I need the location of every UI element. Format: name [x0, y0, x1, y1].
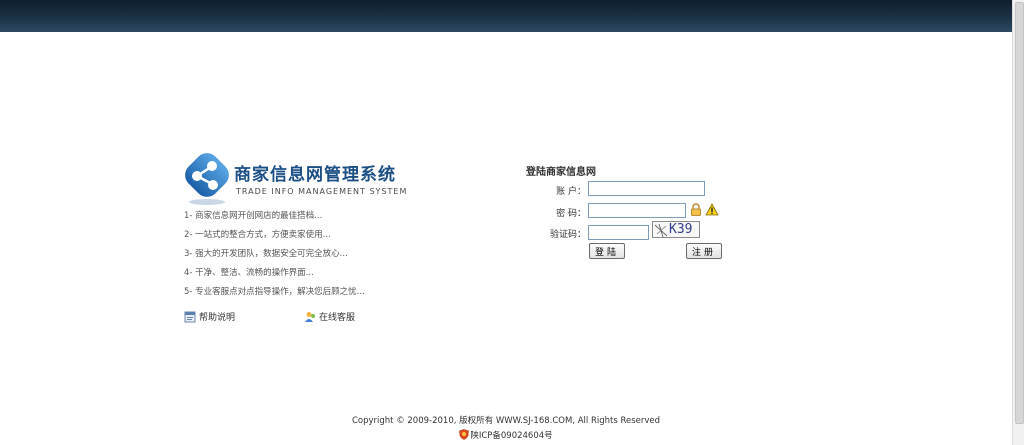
feature-item: 3- 强大的开发团队，数据安全可完全放心... — [184, 249, 348, 259]
feature-item: 5- 专业客服点对点指导操作，解决您后顾之忧... — [184, 287, 365, 297]
warning-icon — [705, 203, 719, 216]
feature-list: 1- 商家信息网开创网店的最佳搭档... 2- 一站式的整合方式，方便卖家使用.… — [184, 207, 365, 302]
captcha-image[interactable]: K39 — [652, 221, 700, 238]
register-button[interactable]: 注册 — [686, 243, 722, 259]
password-label: 密 码： — [556, 209, 586, 219]
help-link-label: 帮助说明 — [199, 313, 236, 323]
help-links: 帮助说明 在线客服 — [184, 310, 384, 326]
account-input[interactable] — [588, 181, 705, 196]
brand-block: 商家信息网管理系统 TRADE INFO MANAGEMENT SYSTEM — [182, 152, 422, 206]
logo-icon — [185, 153, 229, 205]
captcha-label: 验证码： — [549, 230, 586, 240]
online-service-link[interactable]: 在线客服 — [304, 310, 355, 323]
feature-item: 2- 一站式的整合方式，方便卖家使用... — [184, 230, 331, 240]
password-input[interactable] — [588, 203, 686, 218]
feature-item: 4- 干净、整洁、流畅的操作界面... — [184, 268, 314, 278]
help-doc-icon — [184, 311, 196, 322]
top-banner — [0, 0, 1012, 32]
feature-item: 1- 商家信息网开创网店的最佳搭档... — [184, 211, 323, 221]
login-page: 商家信息网管理系统 TRADE INFO MANAGEMENT SYSTEM 1… — [0, 0, 1024, 445]
help-link[interactable]: 帮助说明 — [184, 310, 235, 323]
account-label: 账 户： — [556, 187, 586, 197]
footer-copyright: Copyright © 2009-2010, 版权所有 WWW.SJ-168.C… — [351, 416, 661, 426]
login-title: 登陆商家信息网 — [526, 167, 596, 178]
icp-link[interactable]: 陕ICP备09024604号 — [470, 431, 552, 441]
online-service-icon — [305, 311, 315, 322]
captcha-text: K39 — [669, 222, 693, 237]
scrollbar-thumb[interactable] — [1015, 2, 1024, 424]
login-form: 登陆商家信息网 账 户： 密 码： 验证码： K39 登陆 注册 — [520, 160, 740, 270]
footer-icp: 陕ICP备09024604号 — [0, 429, 1012, 441]
lock-icon — [691, 203, 701, 216]
vertical-scrollbar[interactable] — [1012, 0, 1024, 445]
online-service-label: 在线客服 — [319, 313, 356, 323]
login-button[interactable]: 登陆 — [589, 243, 625, 259]
brand-subtitle: TRADE INFO MANAGEMENT SYSTEM — [236, 187, 408, 196]
police-badge-icon — [459, 429, 470, 440]
captcha-input[interactable] — [588, 225, 649, 240]
brand-title: 商家信息网管理系统 — [234, 165, 396, 185]
